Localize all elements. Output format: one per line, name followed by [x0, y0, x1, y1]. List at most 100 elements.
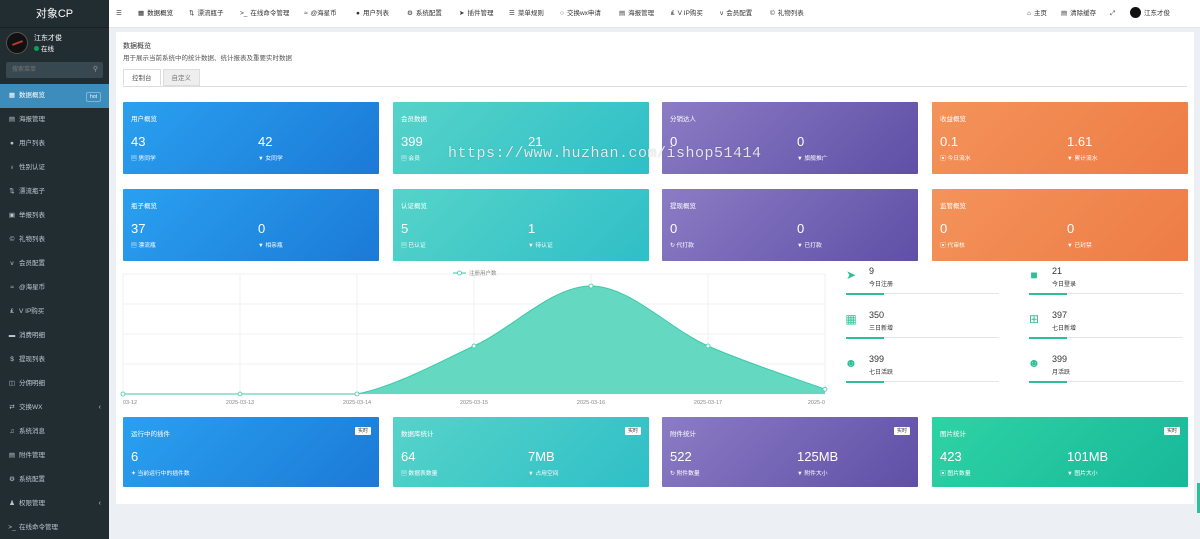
tab-label: 礼物列表	[777, 10, 804, 17]
tab-plugins[interactable]: ➤ 插件管理	[459, 0, 493, 28]
sidebar-item-coins[interactable]: ≈ @海星币	[0, 276, 109, 300]
gender-icon: ♁	[9, 164, 15, 171]
sidebar-item-vip-config[interactable]: ν 会员配置	[0, 252, 109, 276]
card-title: 附件统计	[670, 431, 696, 438]
card-label-text: 旗舰推广	[804, 156, 828, 162]
list-icon: ☰	[509, 10, 515, 17]
avatar[interactable]	[6, 32, 28, 54]
card-attachment-stats[interactable]: 附件统计 实时 522 ↻ 附件数量 125MB ▼ 附件大小	[662, 417, 918, 487]
stat-label: 三日新增	[869, 326, 894, 332]
sidebar-item-online-commands[interactable]: >_ 在线命令管理	[0, 516, 109, 539]
tab-users[interactable]: ● 用户列表	[356, 0, 389, 28]
user-icon: ●	[356, 10, 360, 17]
card-label-text: 已认证	[408, 243, 426, 249]
coin-icon: ≈	[304, 10, 308, 17]
card-value: 0	[670, 221, 678, 236]
card-value: 1.61	[1067, 134, 1093, 149]
sidebar: 对象CP 江东才俊 在线 ⚲ ▦数据概览hot ▤海报管理 ●用户列表 ♁性别认…	[0, 0, 109, 539]
sidebar-item-commission[interactable]: ◫ 分佣明细	[0, 372, 109, 396]
clear-cache-button[interactable]: ▤ 清除缓存	[1061, 0, 1096, 28]
chart-data-point	[354, 391, 360, 397]
chart-legend-label: 注册用户数	[469, 269, 497, 277]
chart-x-tick-label: 2025-03-15	[460, 400, 488, 406]
tab-poster[interactable]: ▤ 海报管理	[619, 0, 654, 28]
chart-data-point	[588, 283, 594, 289]
stat-value: 399	[869, 354, 885, 364]
fullscreen-icon[interactable]: ⤢	[1110, 0, 1115, 28]
tab-exchange-wx[interactable]: ○ 交换wx申请	[560, 0, 601, 28]
card-supervision[interactable]: 监管概览 0 ▣ 代审核 0 ▼ 已封禁	[932, 189, 1188, 261]
card-running-plugins[interactable]: 运行中的插件 实时 6 ✦ 当前运行中的插件数	[123, 417, 379, 487]
sidebar-item-withdrawals[interactable]: $ 提现列表	[0, 348, 109, 372]
stat-label: 七日活跃	[869, 370, 894, 376]
avatar	[1130, 6, 1141, 18]
sidebar-item-gender-auth[interactable]: ♁ 性别认证	[0, 156, 109, 180]
terminal-icon: >_	[240, 10, 248, 17]
sidebar-item-label: 附件管理	[19, 452, 45, 459]
card-auth-overview[interactable]: 认证概览 5 ▤ 已认证 1 ▼ 待认证	[393, 189, 649, 261]
stat-accent-bar	[1029, 381, 1067, 383]
user-name: 江东才俊	[1144, 10, 1170, 17]
sidebar-item-bottles[interactable]: ⇅ 漂流瓶子	[0, 180, 109, 204]
card-database-stats[interactable]: 数据库统计 实时 64 ▤ 数据表数量 7MB ▼ 占用空间	[393, 417, 649, 487]
tab-gifts[interactable]: © 礼物列表	[770, 0, 804, 28]
card-label: ▤ 会员	[401, 153, 420, 162]
tab-label: 数据概览	[147, 10, 174, 17]
tab-vip-purchase[interactable]: ₤ V IP购买	[671, 0, 703, 28]
card-label-text: 已封禁	[1074, 243, 1092, 249]
card-label: ▼ 女同学	[258, 153, 283, 162]
sidebar-item-reports[interactable]: ▣ 举报列表	[0, 204, 109, 228]
sidebar-item-gifts[interactable]: © 礼物列表	[0, 228, 109, 252]
card-distribution[interactable]: 分销达人 0 0 ▼ 旗舰推广	[662, 102, 918, 174]
sidebar-item-consumption[interactable]: ▬ 消费明细	[0, 324, 109, 348]
brand-logo[interactable]: 对象CP	[0, 0, 109, 28]
chart-x-tick-label: 2025-03-13	[226, 400, 254, 406]
sidebar-item-system-messages[interactable]: ♫ 系统消息	[0, 420, 109, 444]
tab-online-commands[interactable]: >_ 在线命令管理	[240, 0, 289, 28]
card-member-data[interactable]: 会员数据 399 ▤ 会员 21	[393, 102, 649, 174]
sidebar-item-system-config[interactable]: ⚙ 系统配置	[0, 468, 109, 492]
sidebar-item-label: 消费明细	[19, 332, 45, 339]
hamburger-icon[interactable]: ☰	[116, 0, 122, 28]
tab-system-config[interactable]: ⚙ 系统配置	[407, 0, 442, 28]
sidebar-item-permissions[interactable]: ♟ 权限管理 ‹	[0, 492, 109, 516]
card-user-overview[interactable]: 用户概览 43 ▤ 男同学 42 ▼ 女同学	[123, 102, 379, 174]
sidebar-item-label: 在线命令管理	[19, 524, 58, 531]
menu-search-input[interactable]	[6, 62, 103, 78]
sidebar-item-vip-purchase[interactable]: ₤ V IP购买	[0, 300, 109, 324]
card-value: 43	[131, 134, 146, 149]
card-value: 0	[1067, 221, 1075, 236]
card-withdraw-overview[interactable]: 提现概览 0 ↻ 代打款 0 ▼ 已打款	[662, 189, 918, 261]
sidebar-item-users[interactable]: ● 用户列表	[0, 132, 109, 156]
home-button[interactable]: ⌂ 主页	[1027, 0, 1047, 28]
tab-dashboard[interactable]: ▦ 数据概览	[138, 0, 173, 28]
report-icon: ▣	[8, 212, 16, 219]
card-value: 0	[797, 134, 805, 149]
sidebar-item-attachments[interactable]: ▤ 附件管理	[0, 444, 109, 468]
tab-coins[interactable]: ≈ @海星币	[304, 0, 337, 28]
card-image-stats[interactable]: 图片统计 实时 423 ▣ 图片数量 101MB ▼ 图片大小	[932, 417, 1188, 487]
tab-custom[interactable]: 自定义	[162, 69, 200, 86]
sidebar-item-label: 海报管理	[19, 116, 45, 123]
tab-menu-rules[interactable]: ☰ 菜单规则	[509, 0, 544, 28]
search-icon[interactable]: ⚲	[93, 65, 98, 73]
card-label-text: 相亲瓶	[265, 243, 283, 249]
sidebar-item-poster[interactable]: ▤ 海报管理	[0, 108, 109, 132]
sidebar-item-dashboard[interactable]: ▦ 数据概览 hot	[0, 84, 109, 108]
stat-seven-day-active: ☻ 399 七日活跃	[836, 352, 1001, 395]
tab-bottles[interactable]: ⇅ 漂流瓶子	[189, 0, 223, 28]
tab-vip-config[interactable]: ν 会员配置	[720, 0, 752, 28]
gift-icon: ©	[770, 10, 775, 17]
card-revenue[interactable]: 收益概览 0.1 ▣ 今日流水 1.61 ▼ 累计流水	[932, 102, 1188, 174]
hot-badge: hot	[86, 92, 101, 102]
user-panel: 江东才俊 在线	[0, 28, 109, 58]
card-label-text: 待认证	[535, 243, 553, 249]
card-bottle-overview[interactable]: 瓶子概览 37 ▤ 漂流瓶 0 ▼ 相亲瓶	[123, 189, 379, 261]
tab-label: @海星币	[310, 10, 337, 17]
card-label: ▼ 附件大小	[797, 468, 828, 477]
sidebar-item-exchange-wx[interactable]: ⇄ 交换WX ‹	[0, 396, 109, 420]
card-label: ▼ 累计流水	[1067, 153, 1098, 162]
user-menu[interactable]: 江东才俊	[1130, 0, 1170, 28]
tab-console[interactable]: 控制台	[123, 69, 161, 86]
image-icon: ▤	[619, 10, 626, 17]
